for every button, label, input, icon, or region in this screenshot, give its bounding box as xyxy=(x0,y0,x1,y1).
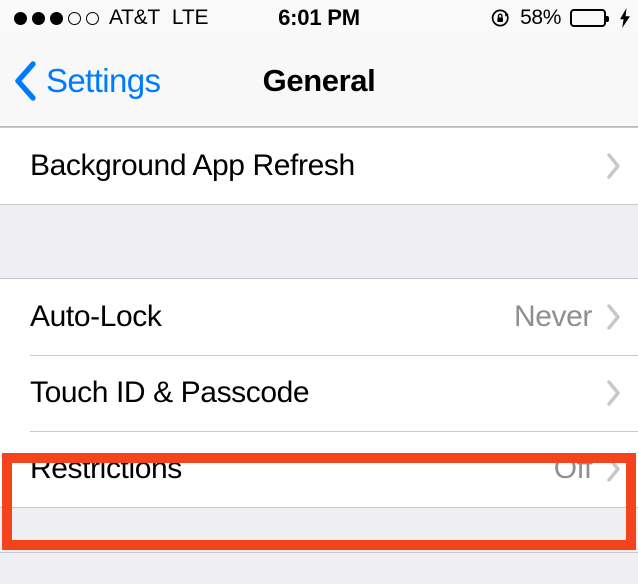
row-background-app-refresh[interactable]: Background App Refresh xyxy=(0,128,638,204)
settings-group-1: Background App Refresh xyxy=(0,127,638,205)
page-title: General xyxy=(262,63,376,98)
row-auto-lock[interactable]: Auto-Lock Never xyxy=(0,279,638,355)
status-bar-right: 58% xyxy=(491,0,631,36)
battery-icon xyxy=(570,9,609,27)
row-label: Auto-Lock xyxy=(30,300,162,333)
section-gap xyxy=(0,205,638,278)
row-label: Touch ID & Passcode xyxy=(30,376,310,409)
row-restrictions[interactable]: Restrictions Off xyxy=(0,431,638,507)
navigation-bar: Settings General xyxy=(0,36,638,127)
settings-group-2: Auto-Lock Never Touch ID & Passcode Rest… xyxy=(0,278,638,508)
disclosure-chevron-icon xyxy=(606,379,622,407)
row-label: Background App Refresh xyxy=(30,149,355,182)
iphone-settings-screen: AT&T LTE 6:01 PM 58% Settings General Ba… xyxy=(0,0,638,584)
row-label: Restrictions xyxy=(30,452,182,485)
rotation-lock-icon xyxy=(491,8,511,28)
status-bar: AT&T LTE 6:01 PM 58% xyxy=(0,0,638,36)
charging-bolt-icon xyxy=(619,8,631,28)
row-value: Off xyxy=(553,452,593,485)
row-touch-id-passcode[interactable]: Touch ID & Passcode xyxy=(0,355,638,431)
disclosure-chevron-icon xyxy=(606,303,622,331)
row-value: Never xyxy=(513,300,592,333)
battery-percentage-label: 58% xyxy=(520,6,561,29)
bottom-section-gap xyxy=(0,552,638,584)
disclosure-chevron-icon xyxy=(606,152,622,180)
disclosure-chevron-icon xyxy=(606,455,622,483)
settings-table: Background App Refresh Auto-Lock Never T… xyxy=(0,127,638,584)
